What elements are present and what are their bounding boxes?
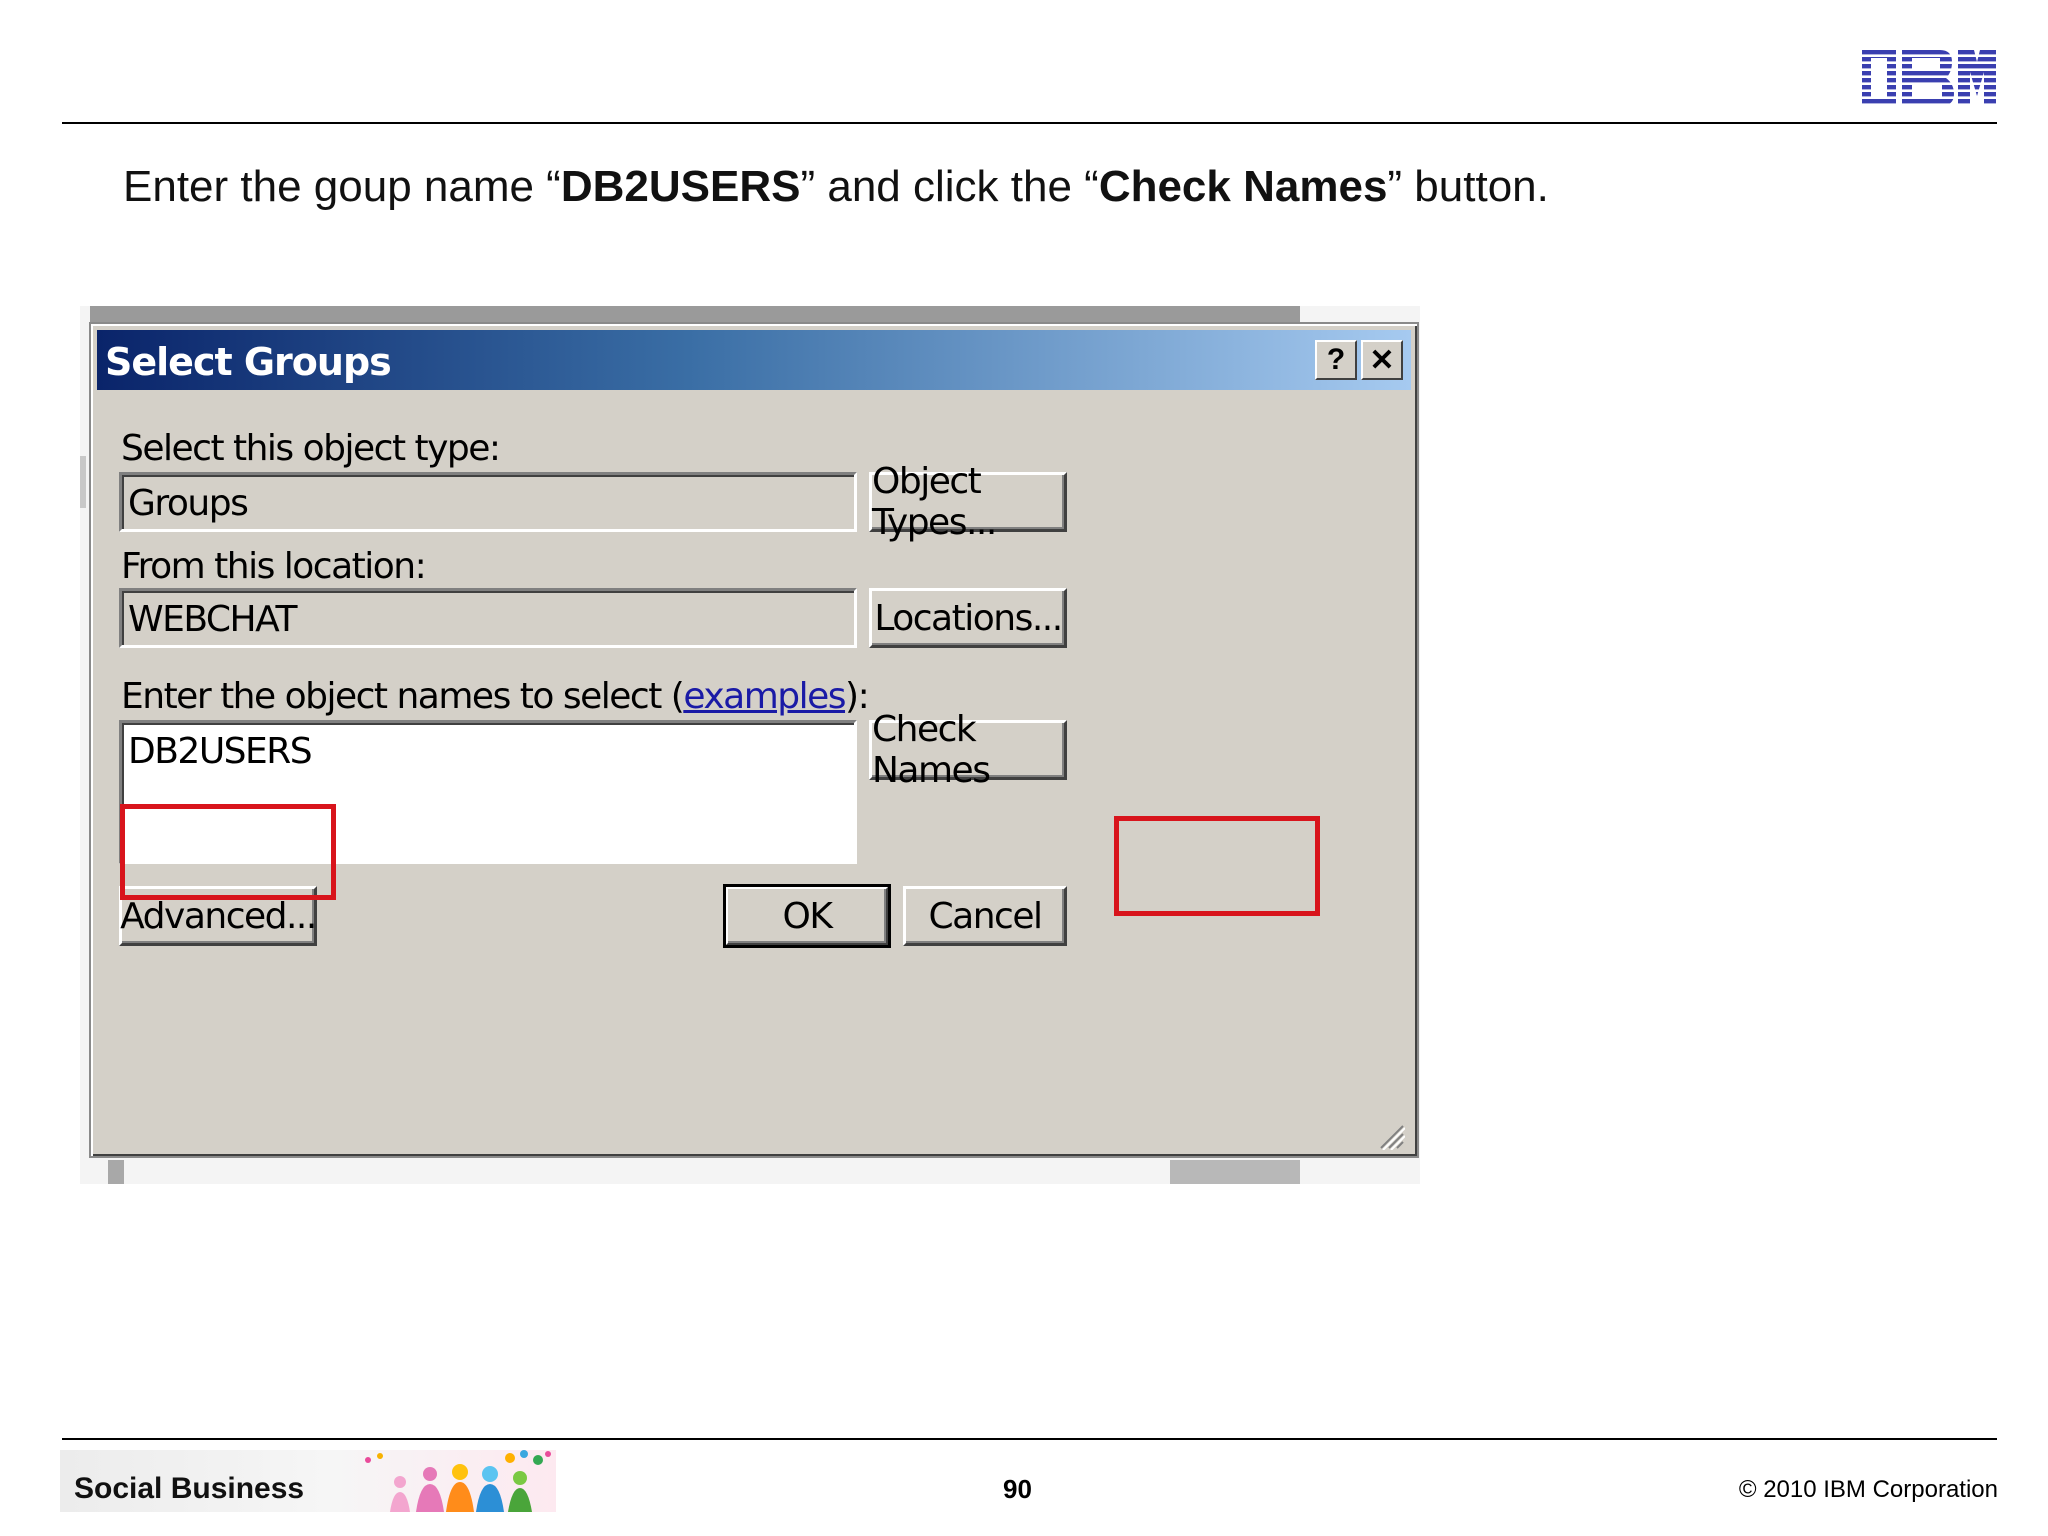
instruction-group-name: DB2USERS: [560, 162, 801, 211]
close-button[interactable]: ✕: [1361, 340, 1403, 380]
people-illustration-icon: [365, 1450, 551, 1512]
highlight-check-names: [1114, 816, 1320, 916]
object-names-label-suffix: ):: [845, 676, 870, 717]
ok-button[interactable]: OK: [723, 884, 891, 948]
background-window-edge-bottom-right: [1170, 1160, 1300, 1184]
locations-button[interactable]: Locations...: [869, 588, 1067, 648]
object-names-label: Enter the object names to select (exampl…: [121, 676, 870, 717]
help-button[interactable]: ?: [1315, 340, 1357, 380]
location-label: From this location:: [121, 546, 427, 587]
slide-instruction: Enter the goup name “DB2USERS” and click…: [123, 162, 1549, 212]
instruction-text-2: ” and click the “: [800, 162, 1099, 211]
footer-rule: [62, 1438, 1997, 1440]
ibm-logo: [1862, 50, 1996, 106]
page-number: 90: [1003, 1474, 1032, 1504]
close-icon: ✕: [1369, 343, 1395, 377]
dialog-title: Select Groups: [105, 340, 392, 384]
help-icon: ?: [1326, 343, 1346, 376]
background-window-edge-bottom-left: [108, 1160, 124, 1184]
dialog-titlebar[interactable]: Select Groups ? ✕: [97, 330, 1411, 390]
select-groups-dialog: Select Groups ? ✕ Select this object typ…: [89, 322, 1419, 1158]
object-names-label-text: Enter the object names to select (: [121, 676, 685, 717]
instruction-button-name: Check Names: [1098, 162, 1388, 211]
dialog-screenshot: Select Groups ? ✕ Select this object typ…: [80, 306, 1420, 1184]
copyright-notice: © 2010 IBM Corporation: [1738, 1476, 1998, 1503]
object-types-button[interactable]: Object Types...: [869, 461, 1067, 543]
banner-title: Social Business: [74, 1472, 305, 1505]
highlight-group-name: [120, 804, 336, 900]
cancel-button[interactable]: Cancel: [903, 886, 1067, 946]
object-type-label: Select this object type:: [121, 428, 501, 469]
instruction-text-3: ” button.: [1387, 162, 1549, 211]
background-window-edge-left: [80, 456, 86, 508]
object-type-field: Groups: [119, 472, 857, 532]
instruction-text-1: Enter the goup name “: [123, 162, 561, 211]
social-business-banner: Social Business: [60, 1450, 556, 1512]
location-field: WEBCHAT: [119, 588, 857, 648]
examples-link[interactable]: examples: [683, 676, 846, 717]
check-names-button[interactable]: Check Names: [869, 709, 1067, 791]
resize-grip-icon[interactable]: [1375, 1120, 1405, 1150]
header-rule: [62, 122, 1997, 124]
